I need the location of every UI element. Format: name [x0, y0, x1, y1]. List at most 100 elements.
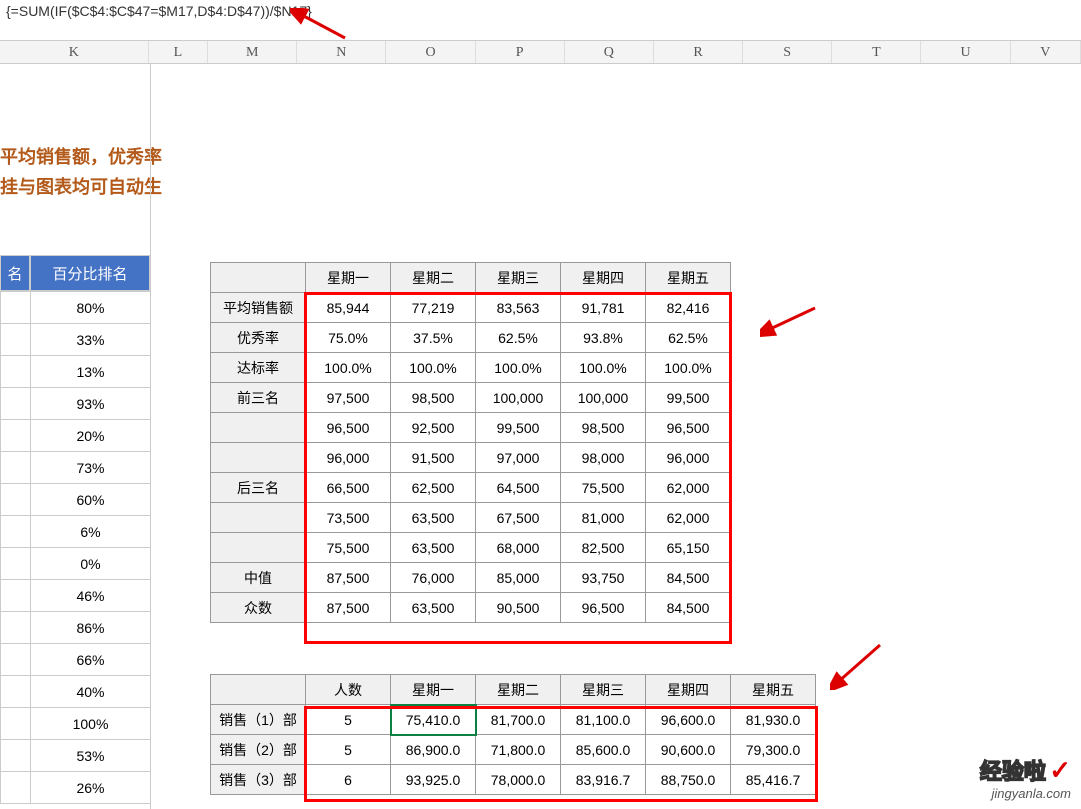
day-header[interactable]: 星期三: [476, 263, 561, 293]
stats-cell[interactable]: 100,000: [476, 383, 561, 413]
dept-value-cell[interactable]: 96,600.0: [646, 705, 731, 735]
stats-cell[interactable]: 63,500: [391, 593, 476, 623]
pct-cell[interactable]: 100%: [31, 708, 151, 740]
dept-value-cell[interactable]: 93,925.0: [391, 765, 476, 795]
rank-cell[interactable]: [1, 612, 31, 644]
dept-value-cell[interactable]: 90,600.0: [646, 735, 731, 765]
column-header-Q[interactable]: Q: [565, 41, 654, 63]
stats-cell[interactable]: 98,500: [391, 383, 476, 413]
stats-cell[interactable]: 96,500: [646, 413, 731, 443]
pct-cell[interactable]: 40%: [31, 676, 151, 708]
dept-header-cell[interactable]: 星期二: [476, 675, 561, 705]
stats-cell[interactable]: 66,500: [306, 473, 391, 503]
stats-row-label[interactable]: 后三名: [211, 473, 306, 503]
pct-cell[interactable]: 6%: [31, 516, 151, 548]
stats-cell[interactable]: 73,500: [306, 503, 391, 533]
pct-cell[interactable]: 46%: [31, 580, 151, 612]
stats-cell[interactable]: 62,000: [646, 503, 731, 533]
column-header-V[interactable]: V: [1011, 41, 1081, 63]
rank-cell[interactable]: [1, 324, 31, 356]
stats-cell[interactable]: 81,000: [561, 503, 646, 533]
stats-row-label[interactable]: 众数: [211, 593, 306, 623]
dept-value-cell[interactable]: 88,750.0: [646, 765, 731, 795]
rank-cell[interactable]: [1, 676, 31, 708]
dept-value-cell[interactable]: 75,410.0: [391, 705, 476, 735]
day-header[interactable]: 星期五: [646, 263, 731, 293]
stats-row-label[interactable]: 中值: [211, 563, 306, 593]
column-header-U[interactable]: U: [921, 41, 1010, 63]
dept-header-cell[interactable]: 星期一: [391, 675, 476, 705]
stats-cell[interactable]: 82,416: [646, 293, 731, 323]
stats-row-label[interactable]: 前三名: [211, 383, 306, 413]
dept-value-cell[interactable]: 81,100.0: [561, 705, 646, 735]
stats-cell[interactable]: 100,000: [561, 383, 646, 413]
stats-cell[interactable]: 65,150: [646, 533, 731, 563]
rank-cell[interactable]: [1, 388, 31, 420]
dept-row-label[interactable]: 销售（1）部: [211, 705, 306, 735]
stats-cell[interactable]: 75,500: [561, 473, 646, 503]
dept-value-cell[interactable]: 78,000.0: [476, 765, 561, 795]
dept-header-cell[interactable]: 人数: [306, 675, 391, 705]
day-header[interactable]: 星期四: [561, 263, 646, 293]
dept-value-cell[interactable]: 83,916.7: [561, 765, 646, 795]
stats-cell[interactable]: 62.5%: [646, 323, 731, 353]
stats-cell[interactable]: 90,500: [476, 593, 561, 623]
column-header-N[interactable]: N: [297, 41, 386, 63]
stats-cell[interactable]: 99,500: [646, 383, 731, 413]
stats-cell[interactable]: 67,500: [476, 503, 561, 533]
stats-cell[interactable]: 87,500: [306, 593, 391, 623]
stats-row-label[interactable]: 平均销售额: [211, 293, 306, 323]
column-header-T[interactable]: T: [832, 41, 921, 63]
stats-cell[interactable]: 93,750: [561, 563, 646, 593]
stats-cell[interactable]: 75,500: [306, 533, 391, 563]
stats-cell[interactable]: 82,500: [561, 533, 646, 563]
stats-cell[interactable]: 100.0%: [476, 353, 561, 383]
stats-cell[interactable]: 91,500: [391, 443, 476, 473]
pct-cell[interactable]: 66%: [31, 644, 151, 676]
dept-count-cell[interactable]: 6: [306, 765, 391, 795]
rank-cell[interactable]: [1, 548, 31, 580]
column-header-L[interactable]: L: [149, 41, 208, 63]
pct-cell[interactable]: 73%: [31, 452, 151, 484]
stats-cell[interactable]: 96,000: [306, 443, 391, 473]
dept-count-cell[interactable]: 5: [306, 735, 391, 765]
stats-cell[interactable]: 100.0%: [306, 353, 391, 383]
rank-cell[interactable]: [1, 420, 31, 452]
stats-cell[interactable]: 96,000: [646, 443, 731, 473]
dept-row-label[interactable]: 销售（2）部: [211, 735, 306, 765]
dept-value-cell[interactable]: 71,800.0: [476, 735, 561, 765]
pct-cell[interactable]: 93%: [31, 388, 151, 420]
pct-cell[interactable]: 26%: [31, 772, 151, 804]
rank-cell[interactable]: [1, 740, 31, 772]
day-header[interactable]: 星期一: [306, 263, 391, 293]
stats-cell[interactable]: 96,500: [561, 593, 646, 623]
pct-cell[interactable]: 86%: [31, 612, 151, 644]
pct-cell[interactable]: 0%: [31, 548, 151, 580]
stats-cell[interactable]: 63,500: [391, 503, 476, 533]
stats-row-label[interactable]: [211, 533, 306, 563]
pct-cell[interactable]: 80%: [31, 292, 151, 324]
dept-row-label[interactable]: 销售（3）部: [211, 765, 306, 795]
stats-row-label[interactable]: [211, 413, 306, 443]
dept-value-cell[interactable]: 81,930.0: [731, 705, 816, 735]
rank-cell[interactable]: [1, 484, 31, 516]
dept-header-cell[interactable]: 星期三: [561, 675, 646, 705]
stats-cell[interactable]: 96,500: [306, 413, 391, 443]
stats-row-label[interactable]: 优秀率: [211, 323, 306, 353]
rank-cell[interactable]: [1, 580, 31, 612]
dept-value-cell[interactable]: 81,700.0: [476, 705, 561, 735]
rank-cell[interactable]: [1, 292, 31, 324]
column-header-R[interactable]: R: [654, 41, 743, 63]
column-header-S[interactable]: S: [743, 41, 832, 63]
stats-cell[interactable]: 97,000: [476, 443, 561, 473]
dept-value-cell[interactable]: 86,900.0: [391, 735, 476, 765]
stats-cell[interactable]: 85,944: [306, 293, 391, 323]
column-header-P[interactable]: P: [476, 41, 565, 63]
stats-cell[interactable]: 84,500: [646, 563, 731, 593]
stats-cell[interactable]: 84,500: [646, 593, 731, 623]
rank-cell[interactable]: [1, 356, 31, 388]
stats-cell[interactable]: 100.0%: [391, 353, 476, 383]
stats-cell[interactable]: 100.0%: [561, 353, 646, 383]
pct-cell[interactable]: 20%: [31, 420, 151, 452]
stats-cell[interactable]: 83,563: [476, 293, 561, 323]
